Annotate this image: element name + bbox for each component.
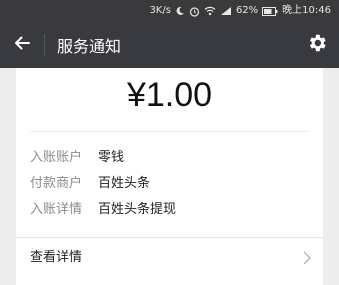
wifi-icon: [204, 6, 216, 16]
battery-icon: [262, 6, 278, 16]
divider: [30, 131, 309, 132]
detail-row-account: 入账账户 零钱: [30, 148, 124, 168]
clock-time: 晚上10:46: [282, 5, 331, 16]
row-label: 入账账户: [30, 150, 83, 165]
alarm-icon: [189, 6, 200, 17]
status-bar: 3K/s 62% 晚上10:46: [0, 0, 339, 22]
settings-button[interactable]: [295, 22, 339, 68]
back-arrow-icon: [13, 34, 31, 56]
signal-icon: [220, 6, 232, 16]
row-value: 百姓头条提现: [98, 202, 177, 217]
amount-value: ¥1.00: [126, 76, 213, 114]
app-bar: 服务通知: [0, 22, 339, 68]
detail-row-merchant: 付款商户 百姓头条: [30, 174, 150, 194]
back-button[interactable]: [0, 22, 44, 68]
chevron-right-icon: [303, 250, 311, 269]
title-divider: [44, 34, 45, 56]
view-details-link[interactable]: 查看详情: [16, 238, 323, 278]
view-details-label: 查看详情: [30, 250, 83, 265]
gear-icon: [306, 32, 328, 58]
row-value: 零钱: [98, 150, 125, 165]
moon-icon: [175, 6, 185, 16]
row-value: 百姓头条: [98, 176, 151, 191]
detail-row-info: 入账详情 百姓头条提现: [30, 200, 176, 220]
row-label: 付款商户: [30, 176, 83, 191]
row-label: 入账详情: [30, 202, 83, 217]
battery-percent: 62%: [235, 5, 259, 16]
network-speed: 3K/s: [149, 5, 171, 16]
notification-card: ¥1.00 入账账户 零钱 付款商户 百姓头条 入账详情 百姓头条提现 查看详情: [16, 68, 323, 285]
page-title: 服务通知: [57, 37, 122, 56]
